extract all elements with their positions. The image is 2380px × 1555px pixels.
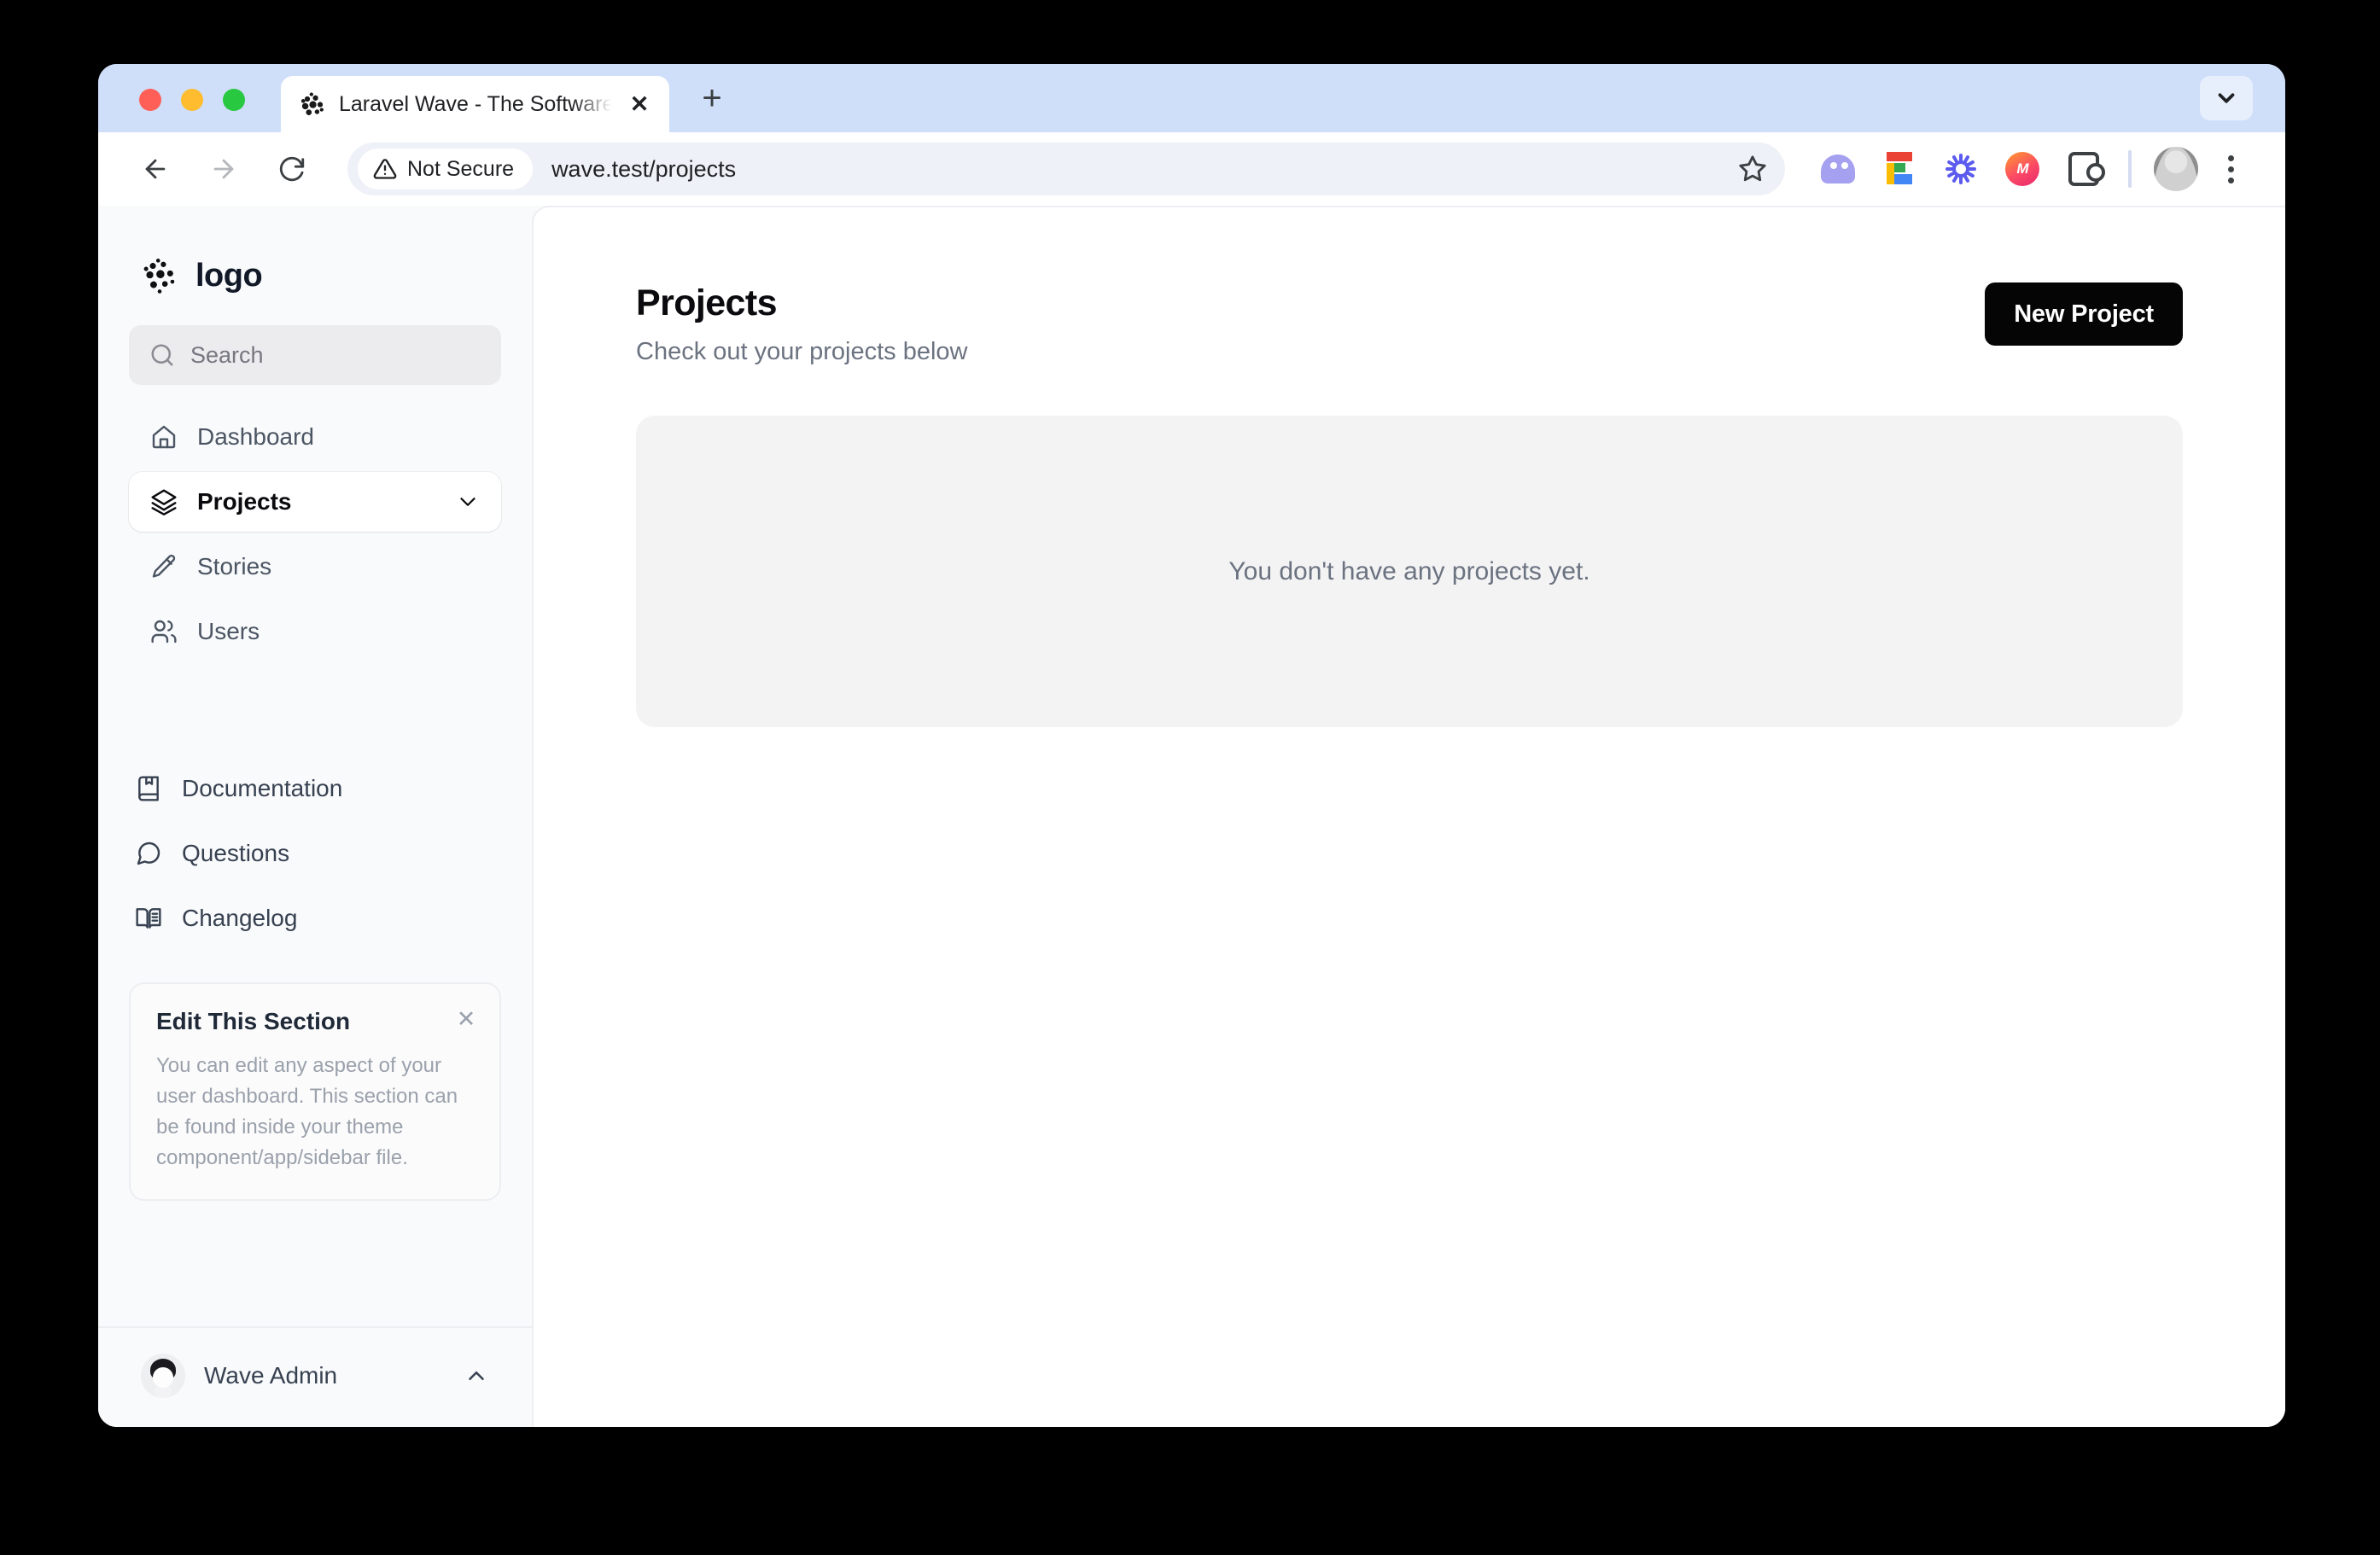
window-traffic-lights xyxy=(98,89,245,132)
brand-name: logo xyxy=(195,257,263,294)
main-content: Projects Check out your projects below N… xyxy=(532,206,2285,1427)
pencil-icon xyxy=(149,552,178,581)
maximize-window-button[interactable] xyxy=(223,89,245,111)
browser-toolbar: Not Secure wave.test/projects M xyxy=(98,132,2285,206)
profile-avatar[interactable] xyxy=(2154,147,2198,191)
users-icon xyxy=(149,617,178,646)
star-icon[interactable] xyxy=(1729,145,1776,193)
url-text[interactable]: wave.test/projects xyxy=(551,156,736,183)
avatar xyxy=(141,1354,185,1398)
burst-extension-icon[interactable] xyxy=(1930,138,1992,200)
sidebar-item-dashboard[interactable]: Dashboard xyxy=(129,407,501,467)
edit-this-section-card: Edit This Section ✕ You can edit any asp… xyxy=(129,982,501,1201)
new-tab-button[interactable]: + xyxy=(691,78,732,119)
sidebar-item-stories[interactable]: Stories xyxy=(129,537,501,597)
security-status-chip[interactable]: Not Secure xyxy=(358,149,534,189)
toolbar-divider xyxy=(2128,150,2132,188)
browser-window: Laravel Wave - The Software a ✕ + Not Se… xyxy=(98,64,2285,1427)
search-input[interactable]: Search xyxy=(129,325,501,385)
halftone-sphere-logo-icon xyxy=(141,257,178,294)
close-icon[interactable]: ✕ xyxy=(453,1006,479,1032)
edit-card-body: You can edit any aspect of your user das… xyxy=(156,1054,458,1169)
sidebar-item-label: Questions xyxy=(182,840,290,866)
book-bookmark-icon xyxy=(134,774,163,803)
sidebar-user-footer[interactable]: Wave Admin xyxy=(98,1326,532,1427)
sidebar-item-label: Users xyxy=(197,618,260,644)
sidebar-item-documentation[interactable]: Documentation xyxy=(129,764,501,813)
chat-bubble-icon xyxy=(134,839,163,868)
ghost-extension-icon[interactable] xyxy=(1807,138,1869,200)
tab-favicon-icon xyxy=(300,91,325,117)
chevron-up-icon[interactable] xyxy=(464,1363,489,1389)
projects-empty-state: You don't have any projects yet. xyxy=(636,416,2183,727)
sidebar-item-questions[interactable]: Questions xyxy=(129,829,501,878)
m-circle-extension-icon[interactable]: M xyxy=(1992,138,2053,200)
close-tab-icon[interactable]: ✕ xyxy=(625,90,654,119)
layers-icon xyxy=(149,487,178,516)
address-bar[interactable]: Not Secure wave.test/projects xyxy=(347,143,1785,195)
main-header: Projects Check out your projects below N… xyxy=(636,282,2183,366)
edit-card-title: Edit This Section xyxy=(156,1008,351,1034)
sidebar: logo Search Dashboard Projects Stories U… xyxy=(98,206,532,1427)
open-book-icon xyxy=(134,904,163,933)
close-window-button[interactable] xyxy=(139,89,161,111)
tab-title: Laravel Wave - The Software a xyxy=(339,91,611,116)
sidebar-item-label: Documentation xyxy=(182,775,343,801)
sidebar-item-users[interactable]: Users xyxy=(129,602,501,661)
search-placeholder: Search xyxy=(190,341,264,368)
chevron-down-icon[interactable] xyxy=(455,489,481,515)
user-name: Wave Admin xyxy=(204,1362,338,1389)
tab-strip: Laravel Wave - The Software a ✕ + xyxy=(98,64,2285,132)
page-body: logo Search Dashboard Projects Stories U… xyxy=(98,206,2285,1427)
extension-icons: M xyxy=(1807,138,2255,200)
sidebar-nav: Dashboard Projects Stories Users xyxy=(129,407,501,661)
page-title: Projects xyxy=(636,282,777,323)
security-status-label: Not Secure xyxy=(407,156,515,181)
sidebar-item-label: Changelog xyxy=(182,905,298,931)
sidebar-item-label: Stories xyxy=(197,553,272,579)
sidebar-item-changelog[interactable]: Changelog xyxy=(129,894,501,943)
new-project-button[interactable]: New Project xyxy=(1985,282,2183,346)
forward-arrow-icon[interactable] xyxy=(194,139,254,199)
page-subtitle: Check out your projects below xyxy=(636,338,968,365)
back-arrow-icon[interactable] xyxy=(125,139,185,199)
reload-icon[interactable] xyxy=(262,139,322,199)
three-dot-menu-icon[interactable] xyxy=(2207,145,2255,193)
figma-extension-icon[interactable] xyxy=(1869,138,1930,200)
minimize-window-button[interactable] xyxy=(181,89,203,111)
warning-triangle-icon xyxy=(373,159,397,179)
search-icon xyxy=(151,344,173,366)
brand[interactable]: logo xyxy=(129,206,501,306)
chevron-down-icon[interactable] xyxy=(2200,76,2253,120)
sidebar-item-label: Projects xyxy=(197,488,292,515)
main-titles: Projects Check out your projects below xyxy=(636,282,1985,366)
sidebar-item-label: Dashboard xyxy=(197,423,314,450)
sidebar-secondary-nav: Documentation Questions Changelog xyxy=(129,764,501,943)
empty-state-text: You don't have any projects yet. xyxy=(1228,556,1590,585)
browser-tab[interactable]: Laravel Wave - The Software a ✕ xyxy=(281,76,669,132)
puzzle-extensions-icon[interactable] xyxy=(2053,138,2115,200)
sidebar-item-projects[interactable]: Projects xyxy=(129,472,501,532)
home-icon xyxy=(149,422,178,451)
